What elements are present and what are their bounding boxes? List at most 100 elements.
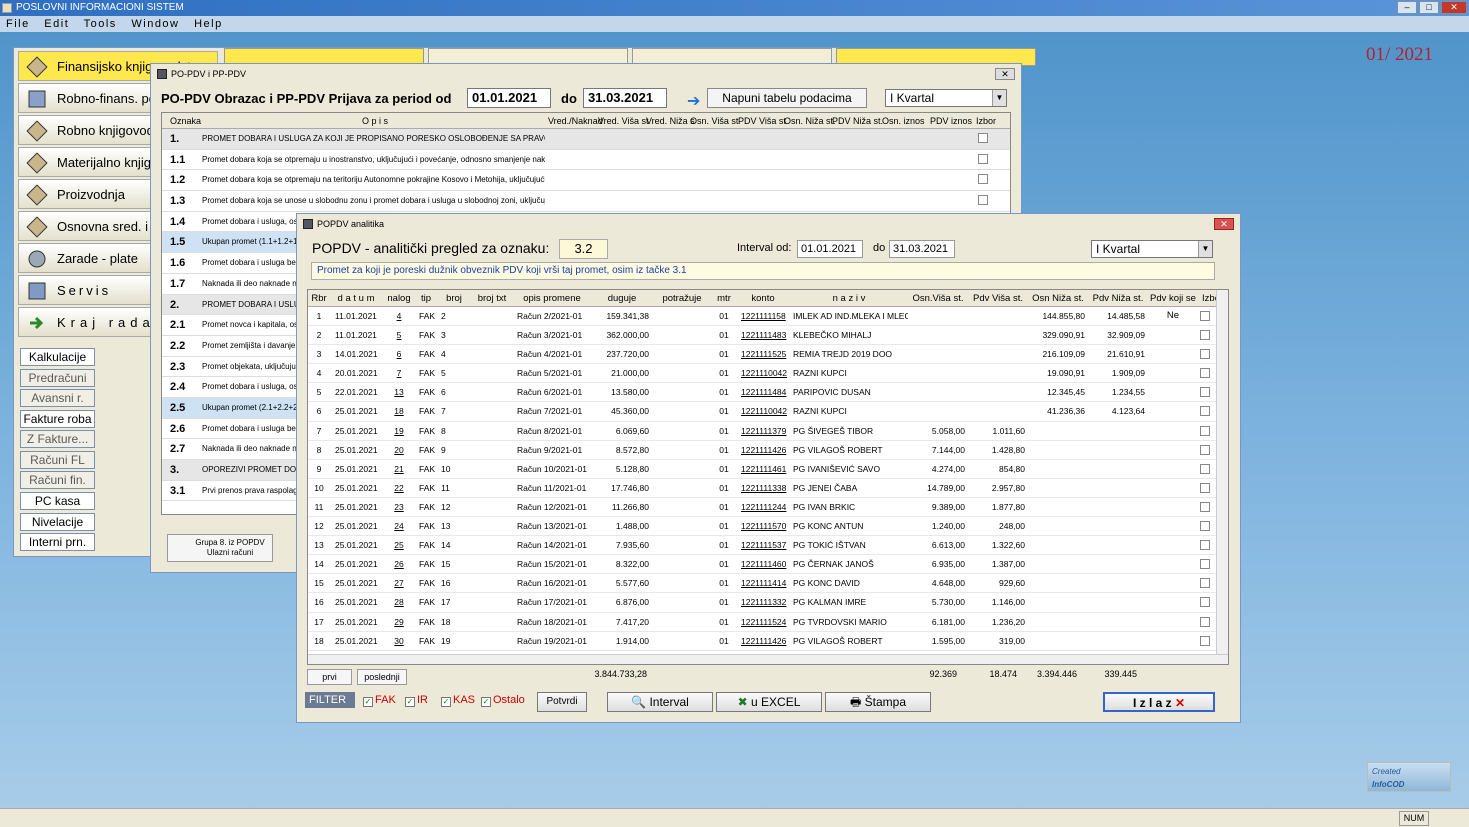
table-row[interactable]: 5 22.01.2021 13 FAK 6 Račun 6/2021-01 13.580,0… [308, 383, 1228, 403]
grid-cell[interactable]: 19 [384, 422, 414, 441]
row-checkbox[interactable] [978, 195, 988, 206]
table-row[interactable]: 9 25.01.2021 21 FAK 10 Račun 10/2021-01 5.128,… [308, 460, 1228, 479]
btn-kalkulacije[interactable]: Kalkulacije [20, 348, 95, 366]
grid-cell[interactable]: 1221111244 [738, 498, 788, 517]
date-to-field[interactable]: 31.03.2021 [583, 88, 667, 108]
table-row[interactable]: 16 25.01.2021 28 FAK 17 Račun 17/2021-01 6.876… [308, 593, 1228, 613]
row-checkbox[interactable] [978, 133, 988, 143]
btn-racuni-fl[interactable]: Računi FL [20, 451, 95, 469]
grid-cell[interactable]: 1221111524 [738, 613, 788, 632]
row-checkbox[interactable] [978, 174, 988, 185]
btn-interni-prn[interactable]: Interni prn. [20, 533, 95, 551]
grid-cell[interactable]: 6 [384, 345, 414, 364]
row-checkbox[interactable] [1200, 559, 1210, 570]
row-checkbox[interactable] [1200, 444, 1210, 455]
table-row[interactable]: 4 20.01.2021 7 FAK 5 Račun 5/2021-01 21.000,00… [308, 364, 1228, 384]
btn-racuni-fin[interactable]: Računi fin. [20, 471, 95, 489]
last-record-button[interactable]: poslednji [357, 669, 407, 685]
row-checkbox[interactable] [1200, 349, 1210, 360]
table-row[interactable]: 8 25.01.2021 20 FAK 9 Račun 9/2021-01 8.572,80… [308, 441, 1228, 460]
table-row[interactable]: 3 14.01.2021 6 FAK 4 Račun 4/2021-01 237.720,0… [308, 345, 1228, 365]
column-header[interactable]: tip [416, 290, 436, 307]
period-select[interactable]: I Kvartal ▼ [885, 89, 1007, 107]
grid-cell[interactable]: 1221111570 [738, 517, 788, 536]
filter-fak-checkbox[interactable]: ✓ FAK [363, 694, 396, 707]
row-checkbox[interactable] [1200, 597, 1210, 608]
grid-cell[interactable]: 24 [384, 517, 414, 536]
table-row[interactable]: 6 25.01.2021 18 FAK 7 Račun 7/2021-01 45.360,0… [308, 402, 1228, 422]
grid-cell[interactable]: 1221111338 [738, 479, 788, 498]
date-from-field[interactable]: 01.01.2021 [467, 88, 551, 108]
grid-cell[interactable]: 1221111525 [738, 345, 788, 364]
vertical-scrollbar[interactable] [1216, 290, 1228, 664]
table-row[interactable]: 1.3 Promet dobara koja se unose u slobodn… [162, 191, 1010, 212]
row-checkbox[interactable] [1200, 521, 1210, 532]
row-checkbox[interactable] [1200, 463, 1210, 474]
grid-cell[interactable]: 25 [384, 536, 414, 555]
grid-cell[interactable]: 21 [384, 460, 414, 479]
grid-cell[interactable]: 30 [384, 632, 414, 651]
column-header[interactable]: konto [738, 290, 788, 307]
grid-cell[interactable]: 1221110042 [738, 364, 788, 383]
table-row[interactable]: 1.2 Promet dobara koja se otpremaju na te… [162, 170, 1010, 192]
menu-window[interactable]: Window [131, 18, 179, 30]
table-row[interactable]: 1 11.01.2021 4 FAK 2 Račun 2/2021-01 159.341,3… [308, 307, 1228, 327]
grid-cell[interactable]: 29 [384, 613, 414, 632]
row-checkbox[interactable] [1200, 616, 1210, 627]
grid-cell[interactable]: 1221111537 [738, 536, 788, 555]
grid-cell[interactable]: 23 [384, 498, 414, 517]
table-row[interactable]: 14 25.01.2021 26 FAK 15 Račun 15/2021-01 8.322… [308, 555, 1228, 575]
grid-cell[interactable]: 27 [384, 574, 414, 593]
column-header[interactable]: Osn.Viša st. [908, 290, 968, 307]
grid-cell[interactable]: 5 [384, 326, 414, 345]
grid-cell[interactable]: 1221111426 [738, 632, 788, 651]
close-icon[interactable]: ✕ [995, 68, 1015, 80]
column-header[interactable]: Pdv Viša st. [968, 290, 1028, 307]
exit-button[interactable]: I z l a z ✕ [1103, 692, 1215, 712]
btn-fakture-roba[interactable]: Fakture roba [20, 410, 95, 428]
interval-button[interactable]: 🔍 Interval [607, 692, 713, 712]
column-header[interactable]: potražuje [654, 290, 710, 307]
column-header[interactable]: opis promene [514, 290, 590, 307]
filter-confirm-button[interactable]: Potvrdi [537, 692, 587, 712]
menu-edit[interactable]: Edit [44, 18, 69, 30]
table-row[interactable]: 12 25.01.2021 24 FAK 13 Račun 13/2021-01 1.488… [308, 517, 1228, 537]
table-row[interactable]: 11 25.01.2021 23 FAK 12 Račun 12/2021-01 11.26… [308, 498, 1228, 518]
menu-file[interactable]: File [6, 18, 30, 30]
table-row[interactable]: 10 25.01.2021 22 FAK 11 Račun 11/2021-01 17.74… [308, 479, 1228, 498]
row-checkbox[interactable] [1200, 387, 1210, 398]
table-row[interactable]: 17 25.01.2021 29 FAK 18 Račun 18/2021-01 7.417… [308, 613, 1228, 632]
period-select[interactable]: I Kvartal ▼ [1091, 240, 1213, 258]
grid-cell[interactable]: 20 [384, 441, 414, 460]
table-row[interactable]: 13 25.01.2021 25 FAK 14 Račun 14/2021-01 7.935… [308, 536, 1228, 556]
row-checkbox[interactable] [1200, 406, 1210, 417]
grid-cell[interactable]: 13 [384, 383, 414, 402]
grid-cell[interactable]: 26 [384, 555, 414, 574]
grid-cell[interactable]: 1221111483 [738, 326, 788, 345]
table-row[interactable]: 18 25.01.2021 30 FAK 19 Račun 19/2021-01 1.914… [308, 632, 1228, 651]
maximize-button[interactable]: □ [1419, 1, 1439, 14]
row-checkbox[interactable] [1200, 635, 1210, 646]
btn-z-fakture[interactable]: Z Fakture... [20, 430, 95, 448]
grid-cell[interactable]: 1221111426 [738, 441, 788, 460]
grid-cell[interactable]: 4 [384, 307, 414, 326]
menu-help[interactable]: Help [194, 18, 223, 30]
column-header[interactable]: n a z i v [790, 290, 908, 307]
close-app-button[interactable]: ✕ [1441, 1, 1467, 14]
grid-cell[interactable]: 1221111379 [738, 422, 788, 441]
column-header[interactable]: d a t u m [332, 290, 380, 307]
table-row[interactable]: 15 25.01.2021 27 FAK 16 Račun 16/2021-01 5.577… [308, 574, 1228, 594]
filter-ostalo-checkbox[interactable]: ✓ Ostalo [481, 694, 525, 707]
column-header[interactable]: Osn Niža st. [1028, 290, 1088, 307]
row-checkbox[interactable] [1200, 311, 1210, 321]
grid-cell[interactable]: 1221110042 [738, 402, 788, 421]
column-header[interactable]: broj txt [472, 290, 512, 307]
btn-nivelacije[interactable]: Nivelacije [20, 513, 95, 531]
column-header[interactable]: duguje [592, 290, 652, 307]
first-record-button[interactable]: prvi [307, 669, 352, 685]
grid-cell[interactable]: 1221111460 [738, 555, 788, 574]
table-row[interactable]: 1.1 Promet dobara koja se otpremaju u ino… [162, 150, 1010, 171]
grid-cell[interactable]: 1221111332 [738, 593, 788, 612]
filter-kas-checkbox[interactable]: ✓ KAS [441, 694, 475, 707]
column-header[interactable]: nalog [384, 290, 414, 307]
